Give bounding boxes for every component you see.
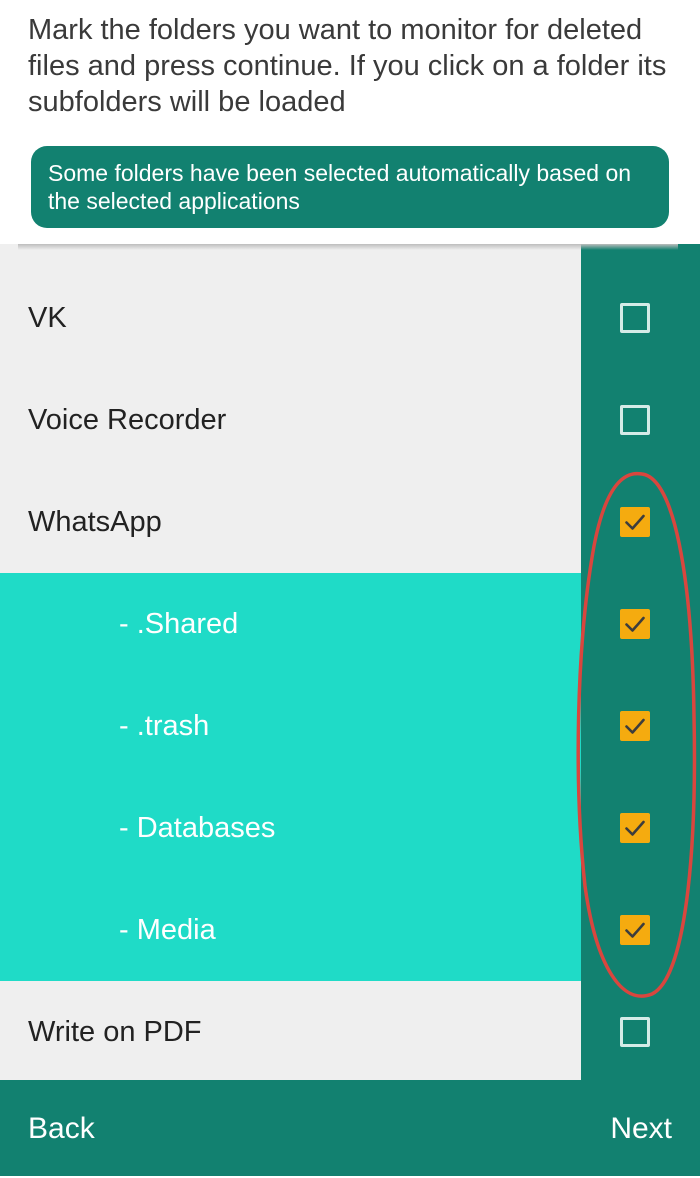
folder-row-label-area[interactable]: - Media <box>0 879 581 981</box>
folder-row[interactable]: WhatsApp <box>0 471 700 573</box>
folder-row[interactable]: Voice Recorder <box>0 369 700 471</box>
checkmark-icon <box>625 616 645 632</box>
folder-name-label: VK <box>28 302 67 334</box>
folder-row-label-area[interactable]: WhatsApp <box>0 471 581 573</box>
folder-row-label-area[interactable]: - .trash <box>0 675 581 777</box>
list-top-shadow <box>18 244 678 250</box>
folder-checkbox-unchecked[interactable] <box>620 1017 650 1047</box>
folder-checkbox-checked[interactable] <box>620 915 650 945</box>
subfolder-row[interactable]: - Databases <box>0 777 700 879</box>
folder-row-label-area[interactable]: - .Shared <box>0 573 581 675</box>
folder-name-label: - .Shared <box>119 608 239 640</box>
subfolder-row[interactable]: - .Shared <box>0 573 700 675</box>
folder-name-label: Voice Recorder <box>28 404 227 436</box>
folder-checkbox-unchecked[interactable] <box>620 405 650 435</box>
folder-name-label: Write on PDF <box>28 1016 202 1048</box>
next-button[interactable]: Next <box>610 1080 672 1176</box>
folder-name-label: - Media <box>119 914 216 946</box>
folder-checkbox-checked[interactable] <box>620 711 650 741</box>
folder-row-label-area[interactable]: - Databases <box>0 777 581 879</box>
folder-row-label-area[interactable]: Write on PDF <box>0 981 581 1080</box>
folder-row-label-area[interactable]: VK <box>0 267 581 369</box>
folder-row-label-area[interactable]: Voice Recorder <box>0 369 581 471</box>
instructions-text: Mark the folders you want to monitor for… <box>28 14 667 118</box>
checkmark-icon <box>625 820 645 836</box>
folder-row[interactable]: VK <box>0 267 700 369</box>
checkmark-icon <box>625 922 645 938</box>
folder-checkbox-checked[interactable] <box>620 813 650 843</box>
auto-selection-info-banner: Some folders have been selected automati… <box>31 146 669 228</box>
checkmark-icon <box>625 514 645 530</box>
folder-checkbox-checked[interactable] <box>620 609 650 639</box>
checkmark-icon <box>625 718 645 734</box>
folder-name-label: - Databases <box>119 812 276 844</box>
subfolder-row[interactable]: - .trash <box>0 675 700 777</box>
folder-row[interactable]: Write on PDF <box>0 981 700 1080</box>
header: Mark the folders you want to monitor for… <box>0 0 700 244</box>
folder-name-label: WhatsApp <box>28 506 162 538</box>
folder-checkbox-checked[interactable] <box>620 507 650 537</box>
back-button[interactable]: Back <box>28 1080 95 1176</box>
folder-checkbox-unchecked[interactable] <box>620 303 650 333</box>
subfolder-row[interactable]: - Media <box>0 879 700 981</box>
folder-list[interactable]: VK Voice Recorder WhatsApp - .Shared - .tras… <box>0 244 700 1080</box>
folder-name-label: - .trash <box>119 710 210 742</box>
bottom-navigation-bar: Back Next <box>0 1080 700 1176</box>
